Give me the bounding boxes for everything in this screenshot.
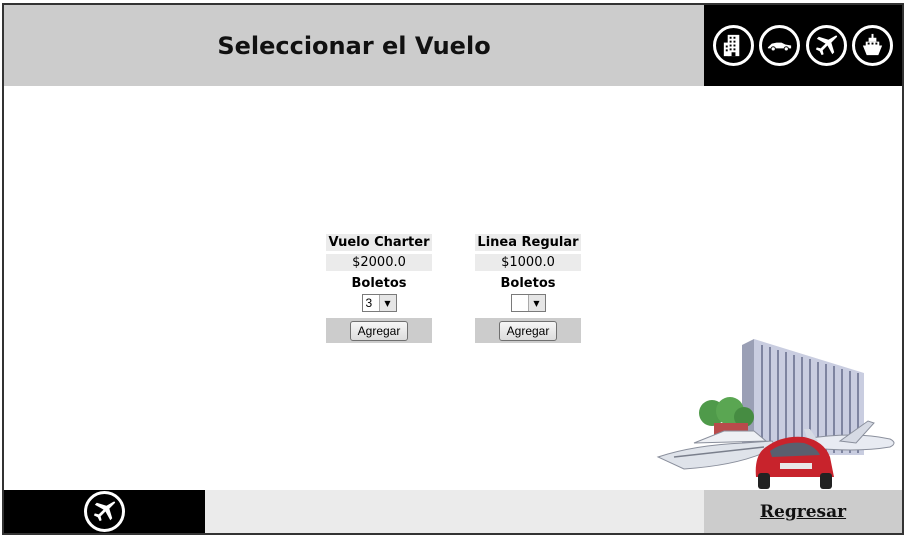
footer-logo-area bbox=[4, 490, 205, 533]
add-button-row: Agregar bbox=[326, 318, 432, 343]
tickets-select-value: 3 bbox=[365, 296, 373, 310]
chevron-down-icon[interactable]: ▼ bbox=[378, 295, 396, 311]
flight-card-charter: Vuelo Charter $2000.0 Boletos 3 ▼ Agrega… bbox=[326, 234, 432, 343]
tickets-select-wrap: ▼ bbox=[475, 294, 581, 314]
footer: Regresar bbox=[4, 490, 902, 533]
tickets-select-value bbox=[512, 295, 528, 311]
page-frame: Seleccionar el Vuelo Vuelo Charter $2000… bbox=[2, 3, 904, 535]
footer-spacer bbox=[205, 490, 704, 533]
flight-name: Vuelo Charter bbox=[326, 234, 432, 251]
add-button[interactable]: Agregar bbox=[349, 320, 409, 341]
add-button-row: Agregar bbox=[475, 318, 581, 343]
footer-nav: Regresar bbox=[704, 490, 902, 533]
flight-card-regular: Linea Regular $1000.0 Boletos ▼ Agregar bbox=[475, 234, 581, 343]
travel-illustration bbox=[656, 339, 895, 489]
category-icon-bar bbox=[704, 5, 902, 86]
header: Seleccionar el Vuelo bbox=[4, 5, 902, 86]
tickets-label: Boletos bbox=[500, 276, 556, 291]
car-icon[interactable] bbox=[759, 25, 801, 66]
flight-price: $2000.0 bbox=[326, 254, 432, 271]
tickets-label: Boletos bbox=[351, 276, 407, 291]
tickets-select[interactable]: ▼ bbox=[510, 294, 546, 312]
plane-icon bbox=[84, 491, 125, 532]
page-title: Seleccionar el Vuelo bbox=[217, 31, 491, 60]
ship-icon[interactable] bbox=[851, 25, 893, 66]
flight-name: Linea Regular bbox=[475, 234, 581, 251]
flight-price: $1000.0 bbox=[475, 254, 581, 271]
plane-icon[interactable] bbox=[805, 25, 847, 66]
tickets-select[interactable]: 3 ▼ bbox=[361, 294, 397, 312]
header-title-area: Seleccionar el Vuelo bbox=[4, 5, 704, 86]
chevron-down-icon[interactable]: ▼ bbox=[527, 295, 545, 311]
back-link[interactable]: Regresar bbox=[760, 502, 846, 522]
hotel-icon[interactable] bbox=[713, 25, 755, 66]
add-button[interactable]: Agregar bbox=[498, 320, 558, 341]
tickets-select-wrap: 3 ▼ bbox=[326, 294, 432, 314]
